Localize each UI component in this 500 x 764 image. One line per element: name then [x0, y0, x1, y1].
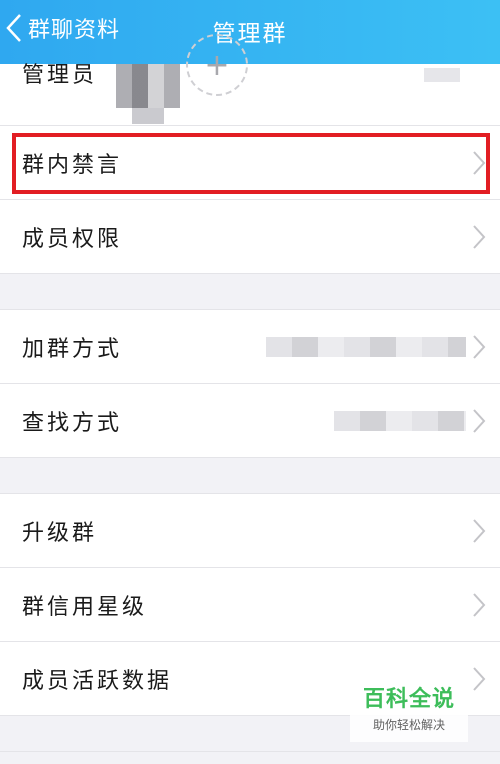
nav-bar: 群聊资料 管理群	[0, 0, 500, 64]
blurred-value	[424, 68, 460, 82]
chevron-right-icon	[473, 334, 486, 359]
blurred-value	[266, 337, 466, 357]
row-mute-label: 群内禁言	[22, 152, 123, 178]
watermark-logo: 百科全说 助你轻松解决	[350, 684, 468, 742]
avatar	[116, 64, 180, 108]
row-mute[interactable]: 群内禁言	[0, 126, 500, 200]
add-admin-button[interactable]: +	[186, 34, 248, 96]
chevron-right-icon	[473, 408, 486, 433]
avatar-blur	[132, 108, 164, 124]
page-title: 管理群	[212, 21, 288, 47]
row-credit-level[interactable]: 群信用星级	[0, 568, 500, 642]
chevron-right-icon	[473, 224, 486, 249]
row-active-data-label: 成员活跃数据	[22, 668, 173, 694]
row-member-permissions-label: 成员权限	[22, 226, 123, 252]
watermark-subtitle: 助你轻松解决	[372, 718, 445, 732]
row-admin[interactable]: 管理员 +	[0, 34, 500, 126]
row-join-method[interactable]: 加群方式	[0, 310, 500, 384]
chevron-right-icon	[473, 150, 486, 175]
settings-list: 管理员 + 群内禁言 成员权限 加群方式 查找方式 升级群 群信用星级 成员活跃…	[0, 34, 500, 752]
plus-icon: +	[204, 47, 230, 83]
row-member-permissions[interactable]: 成员权限	[0, 200, 500, 274]
blurred-value	[334, 411, 466, 431]
row-admin-label: 管理员	[22, 63, 98, 88]
row-join-method-label: 加群方式	[22, 336, 123, 362]
watermark-title: 百科全说	[362, 687, 455, 712]
row-credit-level-label: 群信用星级	[22, 594, 148, 620]
row-upgrade-label: 升级群	[22, 520, 98, 546]
chevron-right-icon	[473, 518, 486, 543]
section-gap	[0, 458, 500, 494]
row-find-method-label: 查找方式	[22, 410, 123, 436]
chevron-right-icon	[473, 592, 486, 617]
section-gap	[0, 274, 500, 310]
chevron-right-icon	[473, 666, 486, 691]
row-find-method[interactable]: 查找方式	[0, 384, 500, 458]
row-upgrade[interactable]: 升级群	[0, 494, 500, 568]
